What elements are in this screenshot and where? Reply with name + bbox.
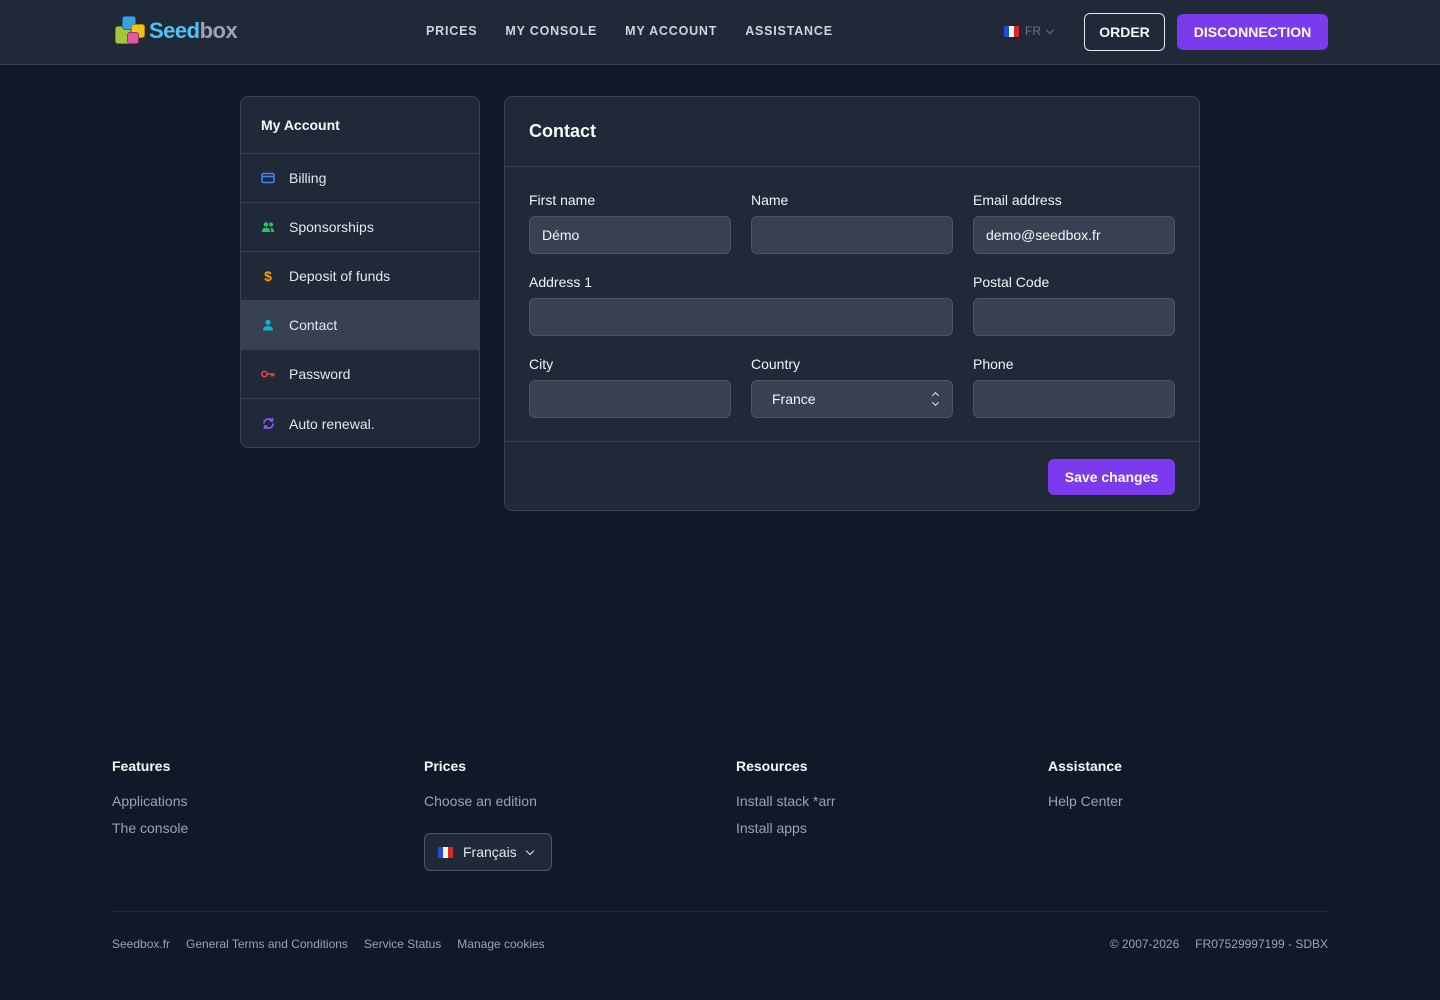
sidebar-item-contact[interactable]: Contact: [241, 301, 479, 350]
postal-code-label: Postal Code: [973, 274, 1050, 290]
card-footer-divider: [505, 441, 1199, 442]
key-icon: [261, 367, 275, 381]
copyright-text: © 2007-2026: [1109, 937, 1180, 951]
seedbox-logo[interactable]: Seedbox: [113, 14, 238, 48]
name-label: Name: [751, 192, 789, 208]
footer-link-applications[interactable]: Applications: [112, 793, 188, 809]
save-changes-button[interactable]: Save changes: [1048, 459, 1175, 495]
name-group: Name: [751, 192, 953, 254]
credit-card-icon: [261, 171, 275, 185]
sidebar-item-billing[interactable]: Billing: [241, 154, 479, 203]
chevron-down-icon: [1045, 25, 1055, 34]
country-select[interactable]: France: [751, 380, 953, 418]
email-input[interactable]: [973, 216, 1175, 254]
sidebar-item-deposit[interactable]: $ Deposit of funds: [241, 252, 479, 301]
refresh-icon: [261, 417, 275, 431]
address1-group: Address 1: [529, 274, 953, 336]
address1-label: Address 1: [529, 274, 593, 290]
footer-assistance: Assistance Help Center: [1048, 758, 1123, 820]
sidebar-item-label: Auto renewal.: [289, 415, 375, 432]
sidebar-item-sponsorships[interactable]: Sponsorships: [241, 203, 479, 252]
language-code: FR: [1025, 24, 1041, 38]
nav-prices[interactable]: PRICES: [426, 24, 477, 38]
card-title: Contact: [505, 97, 1199, 167]
city-group: City: [529, 356, 731, 418]
nav-my-console[interactable]: MY CONSOLE: [505, 24, 597, 38]
sidebar-item-label: Billing: [289, 170, 327, 186]
users-icon: [261, 220, 275, 234]
chevron-down-icon: [525, 846, 534, 855]
sidebar-title: My Account: [241, 97, 479, 154]
footer-heading: Resources: [736, 758, 808, 774]
phone-label: Phone: [973, 356, 1014, 372]
address1-input[interactable]: [529, 298, 953, 336]
phone-input[interactable]: [973, 380, 1175, 418]
language-switcher[interactable]: FR: [1004, 24, 1055, 38]
name-input[interactable]: [751, 216, 953, 254]
footer-features: Features Applications The console: [112, 758, 188, 847]
main-nav: PRICES MY CONSOLE MY ACCOUNT ASSISTANCE: [426, 24, 833, 38]
user-icon: [261, 318, 275, 332]
account-sidebar: My Account Billing Sponsorships $ Deposi…: [240, 96, 480, 448]
dollar-icon: $: [264, 268, 272, 284]
postal-code-group: Postal Code: [973, 274, 1175, 336]
email-group: Email address: [973, 192, 1175, 254]
footer-link-choose-edition[interactable]: Choose an edition: [424, 793, 537, 809]
logo-mark-icon: [113, 14, 147, 48]
first-name-input[interactable]: [529, 216, 731, 254]
legal-link-terms[interactable]: General Terms and Conditions: [186, 937, 348, 951]
footer-language-select[interactable]: Français: [424, 833, 552, 871]
first-name-label: First name: [529, 192, 596, 208]
phone-group: Phone: [973, 356, 1175, 418]
disconnect-button[interactable]: DISCONNECTION: [1177, 14, 1328, 50]
contact-card: Contact First name Name Email address Ad…: [504, 96, 1200, 511]
top-navbar: Seedbox PRICES MY CONSOLE MY ACCOUNT ASS…: [0, 0, 1440, 65]
footer-prices: Prices Choose an edition: [424, 758, 537, 820]
footer-heading: Prices: [424, 758, 467, 774]
nav-assistance[interactable]: ASSISTANCE: [745, 24, 833, 38]
sidebar-item-label: Contact: [289, 317, 338, 333]
country-group: Country France: [751, 356, 953, 418]
city-label: City: [529, 356, 554, 372]
postal-code-input[interactable]: [973, 298, 1175, 336]
nav-my-account[interactable]: MY ACCOUNT: [625, 24, 717, 38]
footer-divider: [112, 911, 1328, 912]
order-button[interactable]: ORDER: [1084, 13, 1165, 51]
sidebar-item-auto-renewal[interactable]: Auto renewal.: [241, 399, 479, 447]
sidebar-item-password[interactable]: Password: [241, 350, 479, 399]
footer-resources: Resources Install stack *arr Install app…: [736, 758, 836, 847]
copyright-info: © 2007-2026 FR07529997199 - SDBX: [1110, 937, 1328, 951]
country-label: Country: [751, 356, 801, 372]
footer-link-help-center[interactable]: Help Center: [1048, 793, 1123, 809]
first-name-group: First name: [529, 192, 731, 254]
sidebar-item-label: Password: [289, 366, 351, 382]
footer-heading: Features: [112, 758, 171, 774]
legal-link-status[interactable]: Service Status: [364, 937, 441, 951]
city-input[interactable]: [529, 380, 731, 418]
legal-link-seedbox[interactable]: Seedbox.fr: [112, 937, 170, 951]
footer-link-install-apps[interactable]: Install apps: [736, 820, 836, 836]
sidebar-item-label: Deposit of funds: [289, 268, 391, 284]
sidebar-item-label: Sponsorships: [289, 219, 374, 235]
logo-text: Seedbox: [149, 18, 238, 43]
france-flag-icon: [438, 846, 453, 858]
footer-link-console[interactable]: The console: [112, 820, 188, 836]
footer-heading: Assistance: [1048, 758, 1122, 774]
email-label: Email address: [973, 192, 1062, 208]
language-label: Français: [463, 844, 517, 860]
legal-links: Seedbox.fr General Terms and Conditions …: [112, 937, 545, 951]
select-arrows-icon: [931, 391, 940, 407]
france-flag-icon: [1004, 25, 1019, 37]
country-value: France: [772, 391, 816, 407]
footer-link-install-stack[interactable]: Install stack *arr: [736, 793, 836, 809]
legal-link-cookies[interactable]: Manage cookies: [457, 937, 544, 951]
company-id-text: FR07529997199 - SDBX: [1195, 937, 1328, 951]
